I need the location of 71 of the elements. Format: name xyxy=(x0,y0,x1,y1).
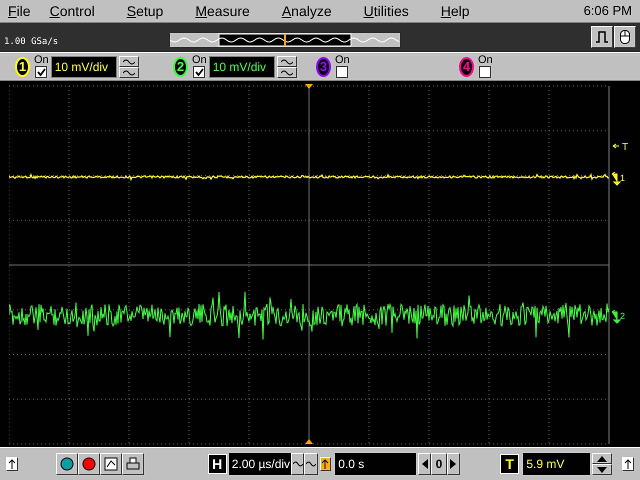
fine-button[interactable] xyxy=(290,453,304,475)
run-button[interactable] xyxy=(56,453,78,475)
check-icon xyxy=(194,68,204,76)
menu-item[interactable]: Control xyxy=(50,0,95,22)
on-label: On xyxy=(192,55,207,66)
pulse-icon-button[interactable] xyxy=(591,26,613,48)
trigger-position-marker xyxy=(305,84,313,89)
trigger-level-field[interactable]: 5.9 mV xyxy=(523,453,590,475)
scale-field[interactable]: 10 mV/div xyxy=(50,56,117,78)
right-triangle-icon xyxy=(450,459,456,469)
run-icon xyxy=(60,457,74,471)
wave-icon xyxy=(122,68,135,76)
trigger-label: T xyxy=(500,454,520,474)
on-label: On xyxy=(34,55,49,66)
on-label: On xyxy=(335,55,350,66)
horizontal-label: H xyxy=(208,454,227,474)
mouse-icon-button[interactable] xyxy=(614,26,636,48)
left-arrow-button[interactable] xyxy=(418,453,432,475)
scale-icon xyxy=(104,457,118,471)
menu-item[interactable]: Help xyxy=(440,0,470,22)
menu-item[interactable]: File xyxy=(8,0,31,22)
up-arrow-icon xyxy=(8,459,16,469)
on-checkbox[interactable] xyxy=(35,66,48,78)
clock: 6:06 PM xyxy=(584,2,632,20)
coupling-button[interactable] xyxy=(276,56,297,66)
channel-badge[interactable]: 3 xyxy=(316,56,331,76)
trigger-position-marker xyxy=(305,439,313,444)
coupling-button[interactable] xyxy=(276,66,297,78)
wave-icon xyxy=(280,68,293,76)
scale-field[interactable]: 10 mV/div xyxy=(208,56,275,78)
wave-icon xyxy=(306,460,316,468)
coupling-button[interactable] xyxy=(118,66,139,78)
zero-button[interactable]: 0 xyxy=(431,453,447,475)
pulse-icon xyxy=(595,30,609,44)
up-arrow-icon xyxy=(624,459,632,469)
menu-item[interactable]: Utilities xyxy=(364,0,409,22)
right-arrow-button[interactable] xyxy=(446,453,460,475)
increase-button[interactable] xyxy=(592,453,612,464)
on-checkbox[interactable] xyxy=(193,66,206,78)
channel-badge[interactable]: 1 xyxy=(15,56,30,76)
print-button[interactable] xyxy=(122,453,144,475)
up-arrow-icon xyxy=(321,459,330,469)
delay-reference-button[interactable] xyxy=(320,457,332,471)
channel-badge[interactable]: 2 xyxy=(173,56,188,76)
autoscale-button[interactable] xyxy=(100,453,122,475)
menu-item[interactable]: Analyze xyxy=(282,0,332,22)
stop-icon xyxy=(82,457,96,471)
delay-field[interactable]: 0.0 s xyxy=(335,453,416,475)
wave-icon xyxy=(122,58,135,64)
up-arrow-button[interactable] xyxy=(622,457,634,471)
on-label: On xyxy=(478,55,493,66)
coupling-button[interactable] xyxy=(118,56,139,66)
wave-icon xyxy=(280,58,293,64)
on-checkbox[interactable] xyxy=(336,66,348,78)
timebase-field[interactable]: 2.00 µs/div xyxy=(228,453,291,475)
up-triangle-icon xyxy=(597,456,608,462)
mouse-icon xyxy=(619,29,631,45)
decrease-button[interactable] xyxy=(592,464,612,475)
up-arrow-button[interactable] xyxy=(6,457,18,471)
menu-item[interactable]: Measure xyxy=(195,0,250,22)
menu-item[interactable]: Setup xyxy=(126,0,164,22)
channel-badge[interactable]: 4 xyxy=(459,56,474,76)
printer-icon xyxy=(126,457,140,471)
wave-icon xyxy=(292,460,302,468)
on-checkbox[interactable] xyxy=(479,66,492,78)
left-triangle-icon xyxy=(422,459,428,469)
stop-button[interactable] xyxy=(78,453,100,475)
coarse-button[interactable] xyxy=(304,453,318,475)
check-icon xyxy=(36,68,46,76)
sample-rate: 1.00 GSa/s xyxy=(4,36,60,48)
down-triangle-icon xyxy=(597,466,608,472)
